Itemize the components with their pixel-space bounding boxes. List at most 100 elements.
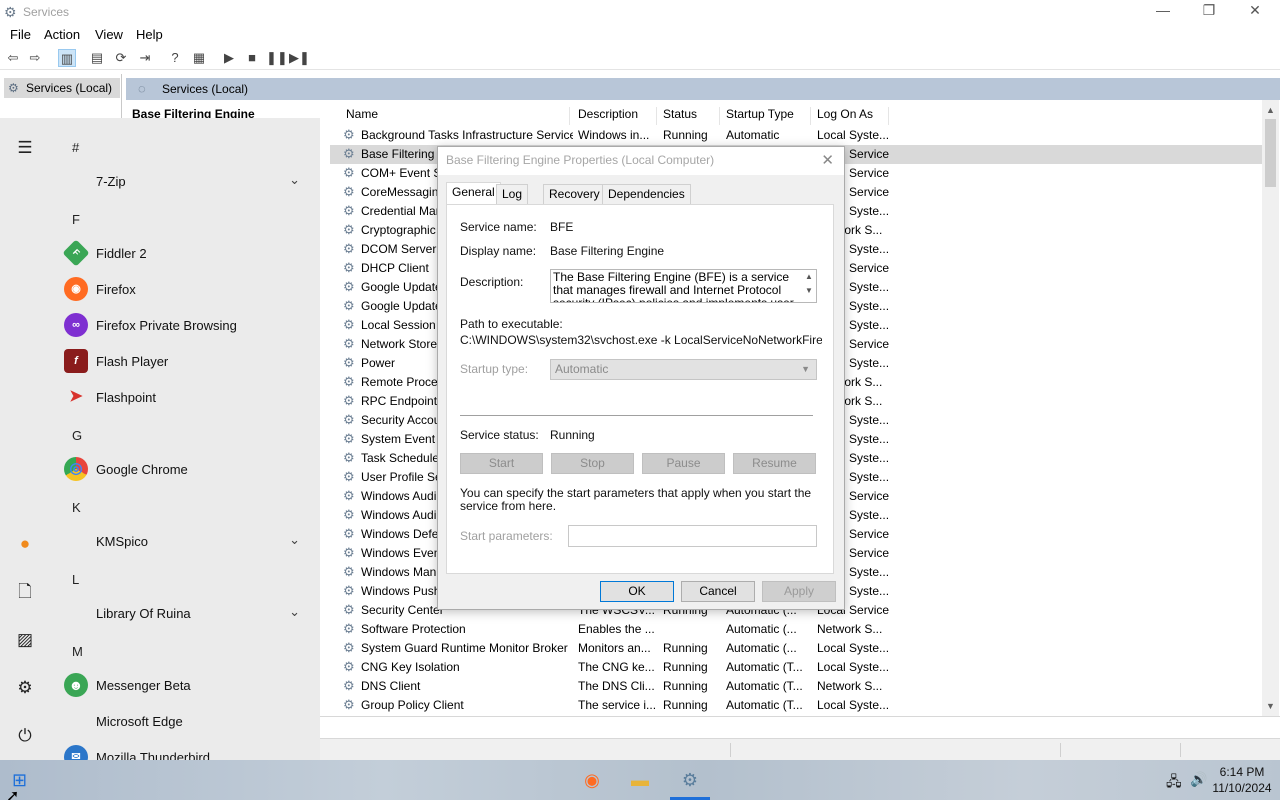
refresh-icon[interactable]: ⟳ — [112, 49, 130, 67]
service-status-cell: Running — [663, 641, 708, 655]
apply-button[interactable]: Apply — [762, 581, 836, 602]
pause-button[interactable]: Pause — [642, 453, 725, 474]
section-letter-f[interactable]: F — [72, 212, 80, 227]
service-gear-icon: ⚙ — [343, 203, 355, 218]
service-gear-icon: ⚙ — [343, 583, 355, 598]
app-library-of-ruina[interactable]: Library Of Ruina ⌄ — [62, 597, 310, 629]
service-startup-cell: Automatic (... — [726, 622, 797, 636]
menu-view[interactable]: View — [95, 27, 123, 42]
hamburger-menu-icon[interactable]: ☰ — [13, 136, 37, 160]
description-scrollbar[interactable]: ▲ ▼ — [802, 270, 816, 302]
network-icon[interactable]: 🖧 — [1166, 771, 1182, 795]
service-gear-icon: ⚙ — [343, 602, 355, 617]
tab-log-on[interactable]: Log On — [496, 184, 529, 219]
section-letter-hash[interactable]: # — [72, 140, 79, 155]
column-header-status[interactable]: Status — [657, 107, 720, 125]
table-row[interactable]: ⚙ System Guard Runtime Monitor Broker Moni… — [330, 639, 1262, 658]
chevron-down-icon[interactable]: ⌄ — [289, 172, 300, 188]
column-header-description[interactable]: Description — [572, 107, 657, 125]
service-gear-icon: ⚙ — [343, 450, 355, 465]
start-service-icon[interactable]: ▶ — [220, 49, 238, 67]
close-button[interactable]: ✕ — [1232, 2, 1278, 22]
resume-button[interactable]: Resume — [733, 453, 816, 474]
tree-node-services-local[interactable]: ⚙ Services (Local) — [4, 78, 120, 98]
start-params-input[interactable] — [568, 525, 817, 547]
menu-bar: File Action View Help — [0, 24, 1280, 46]
pictures-icon[interactable]: ▨ — [13, 628, 37, 652]
power-icon[interactable]: ⏻ — [13, 724, 37, 748]
export-list-icon[interactable]: ⇥ — [136, 49, 154, 67]
service-gear-icon: ⚙ — [343, 355, 355, 370]
section-letter-g[interactable]: G — [72, 428, 82, 443]
chevron-down-icon[interactable]: ⌄ — [289, 532, 300, 548]
ok-button[interactable]: OK — [600, 581, 674, 602]
restore-button[interactable]: ❐ — [1186, 2, 1232, 22]
description-textbox[interactable]: The Base Filtering Engine (BFE) is a ser… — [550, 269, 817, 303]
app-firefox[interactable]: ◉ Firefox — [62, 273, 310, 305]
tab-general[interactable]: General — [446, 182, 501, 205]
startup-type-dropdown[interactable]: Automatic ▼ — [550, 359, 817, 380]
scroll-down-icon[interactable]: ▼ — [1262, 698, 1279, 715]
section-letter-k[interactable]: K — [72, 500, 81, 515]
pause-service-icon[interactable]: ❚❚ — [266, 49, 288, 67]
stop-button[interactable]: Stop — [551, 453, 634, 474]
table-row[interactable]: ⚙ CNG Key Isolation The CNG ke... Running Au… — [330, 658, 1262, 677]
close-icon[interactable]: ✕ — [821, 151, 834, 169]
start-button[interactable]: Start — [460, 453, 543, 474]
section-letter-l[interactable]: L — [72, 572, 79, 587]
tab-recovery[interactable]: Recovery — [543, 184, 606, 204]
scroll-thumb[interactable] — [1265, 119, 1276, 187]
app-flash-player[interactable]: f Flash Player — [62, 345, 310, 377]
messenger-icon: ☻ — [64, 673, 88, 697]
app-messenger-beta[interactable]: ☻ Messenger Beta — [62, 669, 310, 701]
table-row[interactable]: ⚙ Software Protection Enables the ... Autom… — [330, 620, 1262, 639]
column-header-log-on-as[interactable]: Log On As — [811, 107, 889, 125]
section-letter-m[interactable]: M — [72, 644, 83, 659]
minimize-button[interactable]: — — [1140, 2, 1186, 22]
menu-action[interactable]: Action — [44, 27, 80, 42]
app-flashpoint[interactable]: ➤ Flashpoint — [62, 381, 310, 413]
table-row[interactable]: ⚙ Background Tasks Infrastructure Service… — [330, 126, 1262, 145]
scroll-up-icon[interactable]: ▲ — [802, 270, 816, 284]
column-header-name[interactable]: Name — [340, 107, 570, 125]
list-vertical-scrollbar[interactable]: ▲ ▼ — [1262, 100, 1279, 716]
kmspico-icon: ● — [19, 534, 31, 553]
service-gear-icon: ⚙ — [343, 146, 355, 161]
documents-icon[interactable]: 🗋 — [13, 580, 37, 604]
startup-type-value: Automatic — [555, 362, 609, 376]
app-kmspico[interactable]: KMSpico ⌄ — [62, 525, 310, 557]
taskbar-clock[interactable]: 6:14 PM 11/10/2024 — [1210, 764, 1274, 796]
scroll-up-icon[interactable]: ▲ — [1262, 102, 1279, 119]
volume-icon[interactable]: 🔊 — [1190, 771, 1207, 788]
help-icon[interactable]: ? — [166, 49, 184, 67]
file-explorer-icon[interactable]: ▬ — [628, 768, 652, 792]
restart-service-icon[interactable]: ▶❚ — [289, 49, 310, 67]
console-icon[interactable]: ▦ — [190, 49, 208, 67]
stop-service-icon[interactable]: ■ — [243, 49, 261, 67]
chevron-down-icon[interactable]: ⌄ — [289, 604, 300, 620]
app-firefox-private[interactable]: ∞ Firefox Private Browsing — [62, 309, 310, 341]
app-label: Mozilla Thunderbird — [96, 750, 210, 760]
table-row[interactable]: ⚙ Group Policy Client The service i... Runn… — [330, 696, 1262, 715]
services-icon[interactable]: ⚙ — [678, 768, 702, 792]
app-microsoft-edge[interactable]: Microsoft Edge — [62, 705, 310, 737]
dialog-title-bar[interactable]: Base Filtering Engine Properties (Local … — [438, 147, 844, 175]
menu-help[interactable]: Help — [136, 27, 163, 42]
app-fiddler2[interactable]: F Fiddler 2 — [62, 237, 310, 269]
service-gear-icon: ⚙ — [343, 260, 355, 275]
properties-icon[interactable]: ▤ — [88, 49, 106, 67]
menu-file[interactable]: File — [10, 27, 31, 42]
app-google-chrome[interactable]: ◎ Google Chrome — [62, 453, 310, 485]
forward-icon[interactable]: ⇨ — [26, 49, 44, 67]
back-icon[interactable]: ⇦ — [4, 49, 22, 67]
scroll-down-icon[interactable]: ▼ — [802, 284, 816, 298]
app-7zip[interactable]: 7-Zip ⌄ — [62, 165, 310, 197]
settings-icon[interactable]: ⚙ — [13, 676, 37, 700]
column-header-startup-type[interactable]: Startup Type — [720, 107, 811, 125]
table-row[interactable]: ⚙ DNS Client The DNS Cli... Running Automati… — [330, 677, 1262, 696]
cancel-button[interactable]: Cancel — [681, 581, 755, 602]
app-mozilla-thunderbird[interactable]: ✉ Mozilla Thunderbird — [62, 741, 310, 760]
firefox-icon[interactable]: ◉ — [580, 768, 604, 792]
tab-dependencies[interactable]: Dependencies — [602, 184, 691, 204]
show-hide-tree-icon[interactable]: ▥ — [58, 49, 76, 67]
